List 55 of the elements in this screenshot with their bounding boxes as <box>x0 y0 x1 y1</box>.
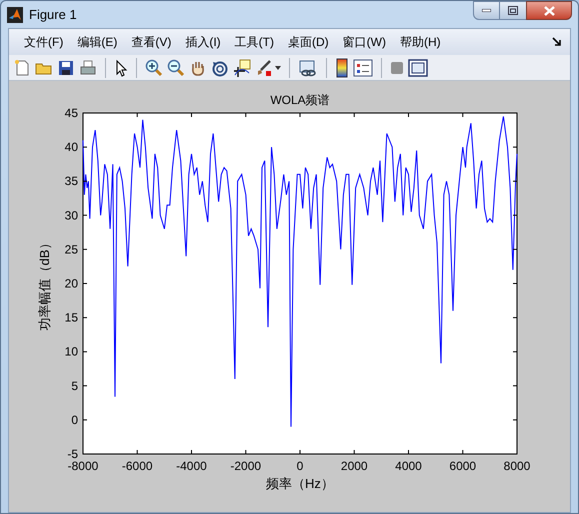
window-title: Figure 1 <box>29 6 77 24</box>
y-tick-label: 25 <box>64 242 78 256</box>
pointer-icon[interactable] <box>114 58 128 76</box>
close-button[interactable] <box>526 1 572 20</box>
x-tick-label: 0 <box>296 459 304 473</box>
print-icon[interactable] <box>79 58 97 76</box>
hide-plot-tools-icon[interactable] <box>390 60 404 74</box>
menu-item[interactable]: 桌面(D) <box>280 31 336 53</box>
maximize-button[interactable] <box>500 1 526 20</box>
menu-item[interactable]: 编辑(E) <box>70 31 124 53</box>
y-tick-label: 5 <box>71 378 78 393</box>
close-icon <box>544 6 554 16</box>
colorbar-icon[interactable] <box>335 58 349 78</box>
x-tick-label: 6000 <box>449 459 476 473</box>
x-tick-label: 4000 <box>395 459 422 473</box>
link-icon[interactable] <box>298 58 318 76</box>
y-tick-label: 40 <box>64 140 78 154</box>
brush-icon[interactable] <box>255 58 273 76</box>
y-tick-label: 35 <box>64 174 78 188</box>
data-cursor-icon[interactable] <box>233 58 251 76</box>
rotate-icon[interactable] <box>211 58 229 76</box>
menu-item[interactable]: 帮助(H) <box>392 31 448 53</box>
y-tick-label: 30 <box>64 208 78 222</box>
chart-title: WOLA频谱 <box>270 93 330 107</box>
menu-item[interactable]: 查看(V) <box>124 31 178 53</box>
x-tick-label: -8000 <box>68 459 98 473</box>
menu-item[interactable]: 工具(T) <box>228 31 281 53</box>
minimize-button[interactable] <box>473 1 500 20</box>
caret-icon[interactable] <box>275 66 281 70</box>
x-tick-label: -6000 <box>122 459 153 473</box>
y-tick-label: 0 <box>71 412 78 427</box>
y-tick-label: 15 <box>64 310 78 325</box>
save-icon[interactable] <box>57 58 75 76</box>
zoom-out-icon[interactable] <box>167 58 185 76</box>
show-plot-tools-icon[interactable] <box>408 58 428 76</box>
legend-icon[interactable] <box>353 58 373 76</box>
y-tick-label: 45 <box>64 106 78 120</box>
y-axis-label: 功率幅值（dB） <box>37 236 52 330</box>
dock-arrow-icon[interactable] <box>552 37 562 47</box>
maximize-icon <box>508 6 518 15</box>
x-tick-label: -4000 <box>176 459 207 473</box>
zoom-in-icon[interactable] <box>145 58 163 76</box>
y-tick-label: -5 <box>67 447 78 461</box>
menu-item[interactable]: 文件(F) <box>17 31 70 53</box>
y-tick-label: 10 <box>64 344 78 359</box>
new-file-icon[interactable] <box>13 58 31 76</box>
x-tick-label: 2000 <box>340 459 368 473</box>
x-axis-label: 频率（Hz） <box>266 476 334 491</box>
minimize-icon <box>482 9 491 12</box>
menu-item[interactable]: 窗口(W) <box>336 31 393 53</box>
x-tick-label: -2000 <box>230 459 262 473</box>
menu-item[interactable]: 插入(I) <box>178 31 228 53</box>
app-logo-icon <box>7 6 23 22</box>
x-tick-label: 8000 <box>504 459 530 473</box>
y-tick-label: 20 <box>64 276 78 290</box>
